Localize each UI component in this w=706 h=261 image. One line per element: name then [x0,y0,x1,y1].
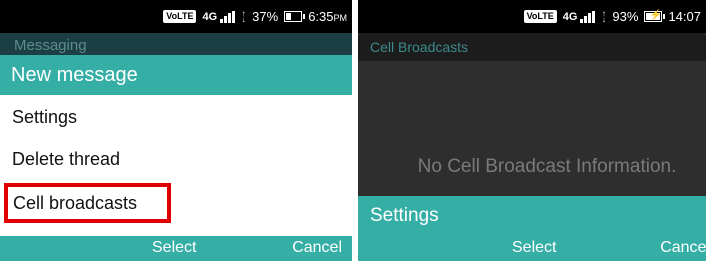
menu-item-settings[interactable]: Settings [358,196,706,236]
menu-item-delete-thread[interactable]: Delete thread [0,139,352,179]
volte-badge: VoLTE [523,10,557,23]
softkey-bar: Select Cancel [0,236,352,261]
battery-percent: 37% [252,9,279,24]
softkey-bar: Select Cancel [358,236,706,261]
clock: 6:35PM [308,9,347,24]
data-arrows-icon: ↑ ↓ [601,8,606,24]
clock: 14:07 [668,9,701,24]
menu-item-new-message[interactable]: New message [0,55,352,95]
signal-icon: 4G [202,10,236,23]
cancel-softkey[interactable]: Cancel [660,239,706,257]
left-screen: VoLTE 4G ↑ ↓ 37% 6:35PM Messaging New mes… [0,0,352,261]
status-bar: VoLTE 4G ↑ ↓ 93% ⚡ 14:07 [358,0,706,33]
menu-item-settings[interactable]: Settings [0,97,352,137]
select-softkey[interactable]: Select [512,239,556,257]
signal-icon: 4G [562,10,596,23]
right-screen: VoLTE 4G ↑ ↓ 93% ⚡ 14:07 Cell Broadcasts … [358,0,706,261]
empty-state-message: No Cell Broadcast Information. [417,156,677,177]
battery-charging-icon: ⚡ [644,10,666,22]
volte-badge: VoLTE [163,10,197,23]
background-app-title: Messaging [0,33,352,55]
status-bar: VoLTE 4G ↑ ↓ 37% 6:35PM [0,0,352,33]
data-arrows-icon: ↑ ↓ [241,8,246,24]
cancel-softkey[interactable]: Cancel [292,239,342,257]
select-softkey[interactable]: Select [152,239,196,257]
menu-item-cell-broadcasts[interactable]: Cell broadcasts [4,183,171,223]
network-type: 4G [562,10,578,23]
network-type: 4G [202,10,218,23]
page-title: Cell Broadcasts [358,33,706,61]
battery-percent: 93% [612,9,639,24]
battery-icon [284,11,306,22]
